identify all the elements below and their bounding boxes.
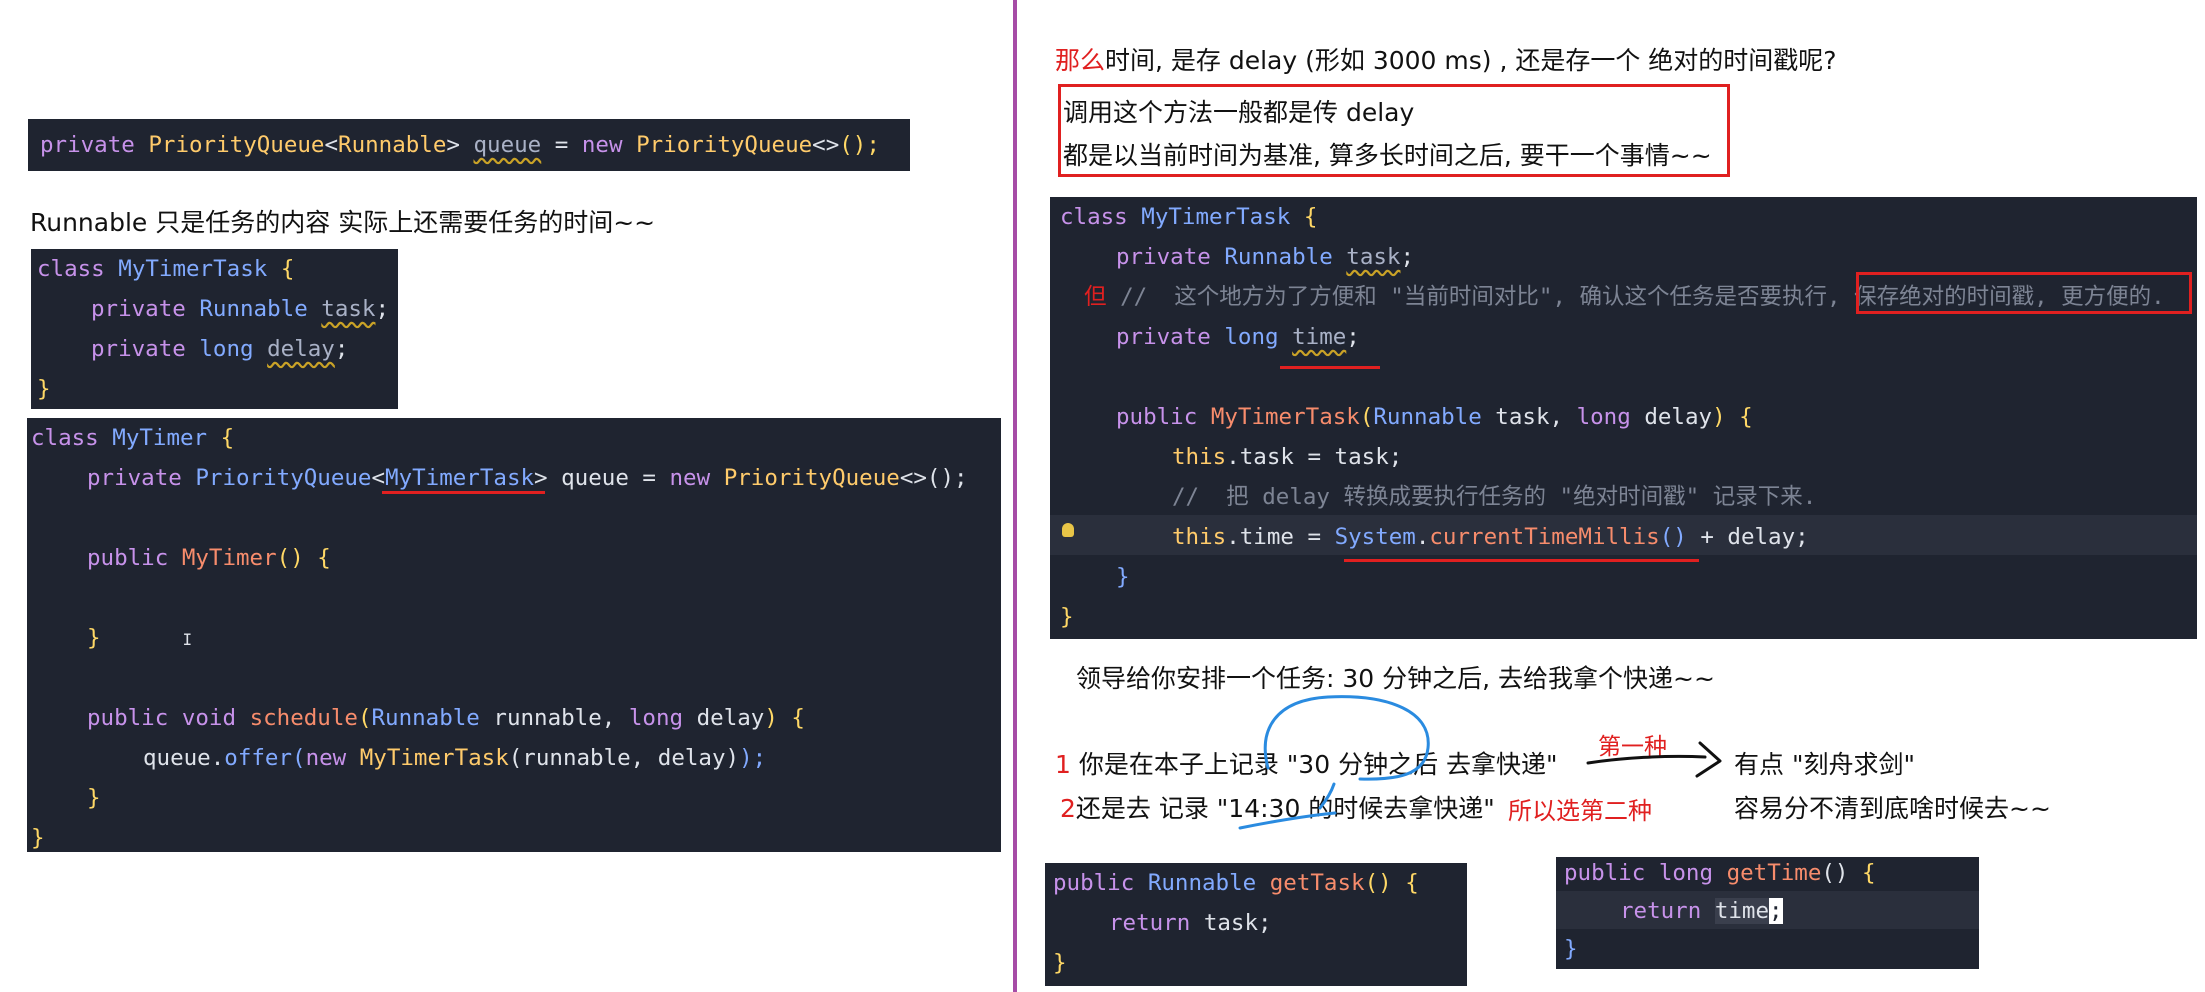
ink-circle-annotation [1263, 695, 1430, 781]
ink-underline-annotation [1238, 782, 1337, 830]
annotation-layer [1238, 695, 1722, 830]
arrow-icon [1586, 741, 1722, 778]
